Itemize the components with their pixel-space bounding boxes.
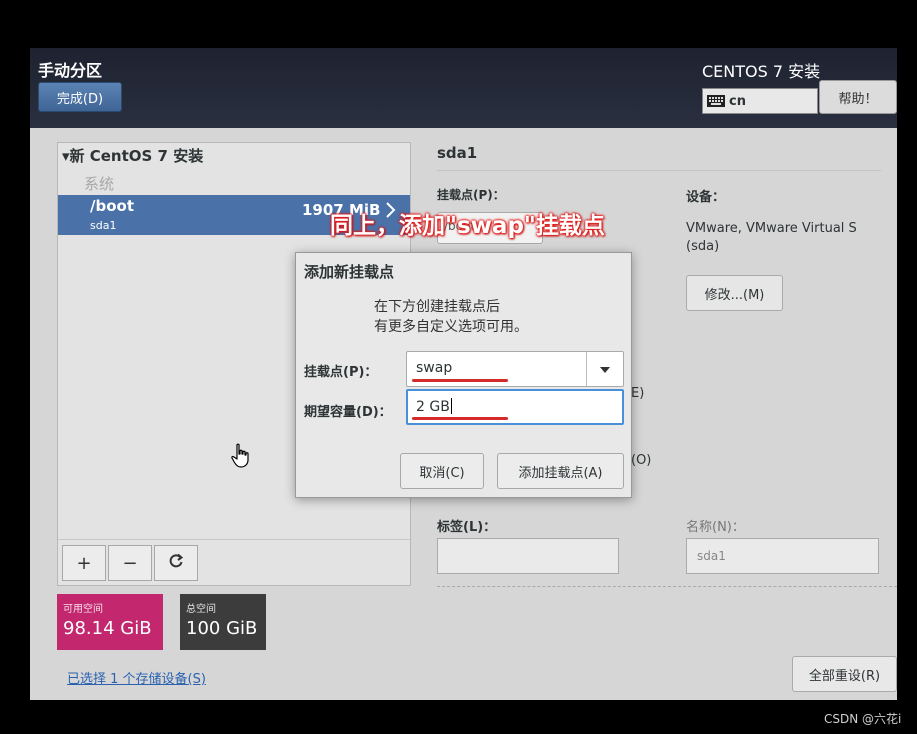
hand-cursor-icon xyxy=(230,443,252,473)
mountpoint-combobox-value: swap xyxy=(416,360,453,376)
refresh-icon xyxy=(168,553,184,574)
tree-heading[interactable]: ▾新 CentOS 7 安装 xyxy=(62,145,203,166)
done-button[interactable]: 完成(D) xyxy=(38,82,122,112)
dialog-mountpoint-label: 挂载点(P)： xyxy=(304,365,378,380)
tree-group-system: 系统 xyxy=(84,175,115,193)
details-mountpoint-label: 挂载点(P)： xyxy=(437,188,505,202)
keyboard-layout-indicator[interactable]: cn xyxy=(702,88,818,114)
partition-mount: /boot xyxy=(90,197,134,215)
dialog-description: 在下方创建挂载点后 有更多自定义选项可用。 xyxy=(374,297,528,337)
installer-title: CENTOS 7 安装 xyxy=(702,62,821,81)
details-device-label: 设备： xyxy=(686,190,726,205)
caret-down-icon xyxy=(600,362,610,377)
page-title: 手动分区 xyxy=(38,61,103,80)
dialog-description-line-1: 在下方创建挂载点后 xyxy=(374,299,500,315)
triangle-down-icon: ▾ xyxy=(62,147,70,165)
help-button[interactable]: 帮助！ xyxy=(819,80,897,114)
tag-label: 标签(L)： xyxy=(437,520,497,535)
available-space-box: 可用空间 98.14 GiB xyxy=(57,594,163,650)
dialog-capacity-label: 期望容量(D)： xyxy=(304,405,392,420)
total-space-box: 总空间 100 GiB xyxy=(180,594,266,650)
annotation-underline-swap xyxy=(412,379,508,382)
tag-input[interactable] xyxy=(437,538,619,574)
tree-heading-label: 新 CentOS 7 安装 xyxy=(69,147,204,165)
add-partition-button[interactable]: + xyxy=(62,545,106,581)
details-title: sda1 xyxy=(437,144,478,162)
dialog-title: 添加新挂载点 xyxy=(304,263,395,281)
available-space-label: 可用空间 xyxy=(63,604,103,615)
name-label: 名称(N)： xyxy=(686,520,745,535)
partition-device: sda1 xyxy=(90,219,117,232)
watermark: CSDN @六花i xyxy=(824,712,902,726)
storage-devices-link[interactable]: 已选择 1 个存储设备(S) xyxy=(67,668,206,687)
capacity-input-text: 2 GB xyxy=(416,399,450,415)
annotation-text: 同上，添加"swap"挂载点 xyxy=(330,213,605,239)
available-space-value: 98.14 GiB xyxy=(63,618,152,639)
details-device-value: VMware, VMware Virtual S (sda) xyxy=(686,221,857,254)
total-space-value: 100 GiB xyxy=(186,618,258,639)
refresh-button[interactable] xyxy=(154,545,198,581)
total-space-label: 总空间 xyxy=(186,604,216,615)
modify-button[interactable]: 修改...(M) xyxy=(686,275,783,311)
dialog-description-line-2: 有更多自定义选项可用。 xyxy=(374,319,528,335)
details-dashed-divider xyxy=(437,586,897,587)
cancel-button[interactable]: 取消(C) xyxy=(400,453,484,489)
text-cursor xyxy=(450,398,452,414)
keyboard-icon xyxy=(707,95,725,107)
header-bar: 手动分区 完成(D) CENTOS 7 安装 cn 帮助！ xyxy=(30,48,897,128)
details-divider xyxy=(437,170,881,171)
remove-partition-button[interactable]: − xyxy=(108,545,152,581)
details-obscured-label-2: (O) xyxy=(631,453,652,468)
keyboard-layout-label: cn xyxy=(729,93,746,109)
details-obscured-label-1: E) xyxy=(631,386,645,401)
capacity-input-value: 2 GB xyxy=(416,398,452,415)
reset-all-button[interactable]: 全部重设(R) xyxy=(792,656,897,692)
add-mountpoint-button[interactable]: 添加挂载点(A) xyxy=(497,453,624,489)
add-mountpoint-dialog: 添加新挂载点 在下方创建挂载点后 有更多自定义选项可用。 挂载点(P)： swa… xyxy=(295,252,632,498)
name-input[interactable]: sda1 xyxy=(686,538,879,574)
partition-toolbar: + − xyxy=(58,539,410,586)
dropdown-arrow-button[interactable] xyxy=(586,352,623,386)
annotation-underline-capacity xyxy=(412,417,508,420)
installer-window: 手动分区 完成(D) CENTOS 7 安装 cn 帮助！ ▾新 CentOS … xyxy=(30,48,897,700)
